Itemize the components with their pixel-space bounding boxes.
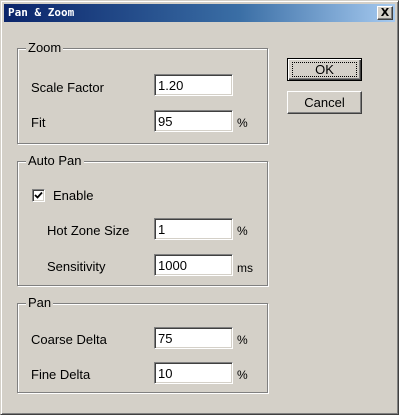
scale-factor-input[interactable] bbox=[154, 74, 233, 96]
enable-label[interactable]: Enable bbox=[53, 188, 93, 204]
ok-button[interactable]: OK bbox=[287, 58, 362, 81]
fit-unit: % bbox=[237, 116, 248, 130]
zoom-group-title: Zoom bbox=[26, 40, 64, 56]
fine-delta-label: Fine Delta bbox=[31, 367, 91, 382]
auto-pan-group-title: Auto Pan bbox=[26, 153, 84, 169]
check-icon bbox=[34, 191, 43, 199]
pan-group-title: Pan bbox=[26, 295, 54, 311]
hot-zone-size-unit: % bbox=[237, 224, 248, 238]
dialog-title: Pan & Zoom bbox=[8, 6, 75, 19]
sensitivity-unit: ms bbox=[237, 261, 253, 275]
fine-delta-input[interactable] bbox=[154, 362, 233, 384]
enable-checkbox[interactable] bbox=[32, 189, 45, 202]
cancel-button[interactable]: Cancel bbox=[287, 91, 362, 114]
cancel-button-label: Cancel bbox=[304, 95, 345, 110]
sensitivity-label: Sensitivity bbox=[47, 259, 106, 274]
coarse-delta-label: Coarse Delta bbox=[31, 332, 107, 347]
close-button[interactable]: X bbox=[377, 6, 393, 20]
fit-input[interactable] bbox=[154, 110, 233, 132]
hot-zone-size-input[interactable] bbox=[154, 218, 233, 240]
close-icon: X bbox=[380, 6, 390, 19]
ok-button-label: OK bbox=[315, 62, 334, 77]
fit-label: Fit bbox=[31, 115, 46, 130]
hot-zone-size-label: Hot Zone Size bbox=[47, 223, 130, 238]
coarse-delta-unit: % bbox=[237, 333, 248, 347]
scale-factor-label: Scale Factor bbox=[31, 80, 104, 95]
coarse-delta-input[interactable] bbox=[154, 327, 233, 349]
title-bar[interactable]: Pan & Zoom X bbox=[4, 4, 395, 22]
pan-zoom-dialog: Pan & Zoom X Zoom Scale Factor Fit % Aut… bbox=[0, 0, 399, 415]
fine-delta-unit: % bbox=[237, 368, 248, 382]
sensitivity-input[interactable] bbox=[154, 254, 233, 276]
